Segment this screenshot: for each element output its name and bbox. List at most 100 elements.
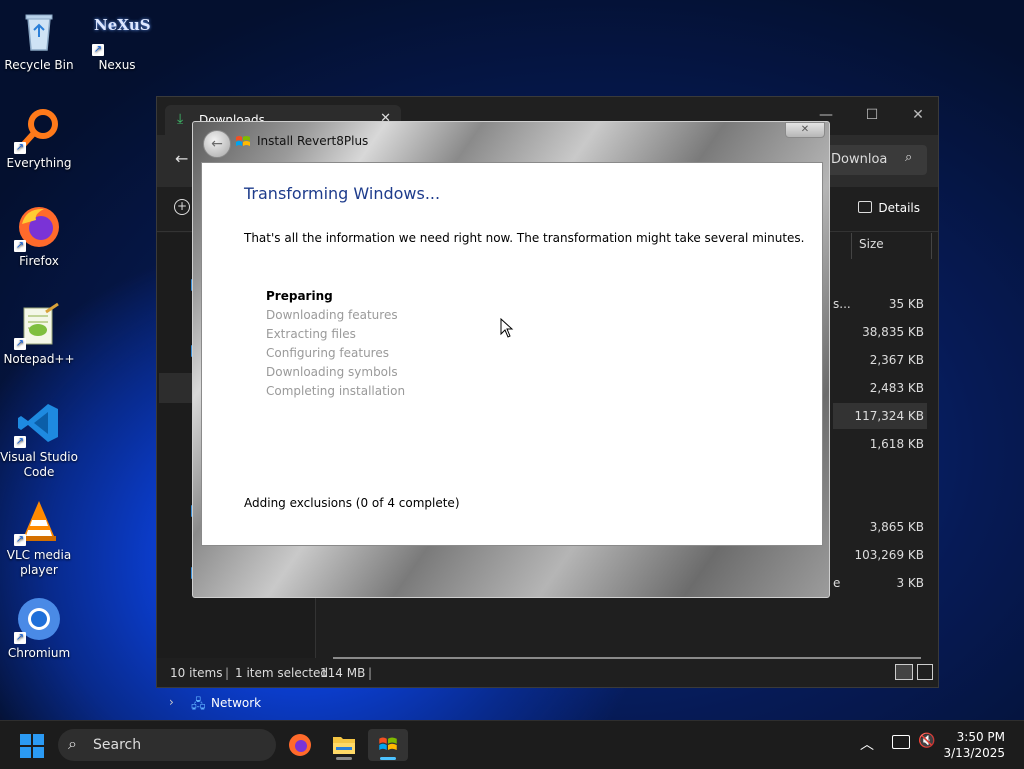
tiles-view-icon[interactable]: [917, 664, 933, 680]
nexus-logo-text: NeXuS: [94, 16, 151, 34]
shortcut-arrow-icon: ↗: [14, 338, 26, 350]
details-pane-icon: [858, 201, 873, 213]
start-button-windows-icon[interactable]: [20, 734, 44, 758]
clock-date: 3/13/2025: [943, 746, 1005, 760]
status-bar: 10 items | 1 item selected 114 MB |: [157, 659, 938, 687]
mouse-cursor-icon: [500, 318, 514, 338]
page-title: Transforming Windows...: [244, 184, 441, 203]
desktop-icon-chromium[interactable]: ↗ Chromium: [0, 596, 78, 661]
details-button[interactable]: Details: [858, 201, 920, 215]
desktop-icon-label: Notepad++: [3, 352, 75, 366]
shortcut-arrow-icon: ↗: [14, 240, 26, 252]
step-preparing: Preparing: [266, 289, 333, 303]
close-button[interactable]: ✕: [785, 122, 825, 138]
chevron-right-icon[interactable]: ›: [169, 695, 174, 709]
column-divider[interactable]: [851, 233, 852, 259]
dialog-description: That's all the information we need right…: [244, 231, 805, 245]
dialog-content-panel: Transforming Windows... That's all the i…: [201, 162, 823, 546]
everything-icon: ↗: [14, 106, 62, 154]
search-icon: ⌕: [905, 150, 913, 165]
firefox-icon: ↗: [14, 204, 62, 252]
desktop-icon-label: Nexus: [98, 58, 136, 72]
network-icon: 🖧: [191, 697, 206, 712]
status-separator: |: [225, 666, 230, 680]
search-text: Downloa: [831, 152, 888, 167]
new-icon[interactable]: +: [174, 199, 190, 215]
status-selected: 1 item selected: [235, 666, 329, 680]
notepadpp-icon: ↗: [14, 302, 62, 350]
network-status-icon[interactable]: [892, 735, 910, 749]
column-header-size[interactable]: Size: [859, 237, 884, 251]
file-size-cell: 1,618 KB: [869, 437, 924, 451]
desktop-icon-vlc[interactable]: ↗ VLC media player: [0, 498, 78, 578]
details-label: Details: [878, 201, 920, 215]
step-extracting-files: Extracting files: [266, 327, 356, 341]
back-arrow-icon[interactable]: ←: [175, 149, 188, 168]
taskbar-installer[interactable]: [368, 729, 408, 761]
chevron-up-icon[interactable]: ︿: [860, 734, 874, 754]
clock-time: 3:50 PM: [956, 730, 1005, 744]
status-separator: |: [368, 666, 373, 680]
status-size: 114 MB: [320, 666, 366, 680]
taskbar: ⌕ Search ︿ 🔇 3:50 PM 3/13/2025: [0, 720, 1024, 769]
shortcut-arrow-icon: ↗: [14, 534, 26, 546]
windows-flag-icon: [379, 737, 397, 750]
installer-dialog[interactable]: ← Install Revert8Plus ✕ Transforming Win…: [192, 121, 830, 598]
file-size-cell: 117,324 KB: [854, 409, 924, 423]
close-button[interactable]: ✕: [895, 103, 941, 127]
download-icon: ⤓: [177, 111, 184, 127]
recycle-bin-icon: [16, 8, 62, 54]
desktop-icon-recycle-bin[interactable]: Recycle Bin: [0, 8, 78, 73]
file-size-cell: 2,367 KB: [869, 353, 924, 367]
shortcut-arrow-icon: ↗: [92, 44, 104, 56]
desktop-icon-label: Firefox: [19, 254, 59, 268]
file-size-cell: 35 KB: [888, 297, 924, 311]
dialog-title: Install Revert8Plus: [257, 134, 369, 148]
vscode-icon: ↗: [14, 400, 62, 448]
desktop-icon-label: Chromium: [7, 646, 71, 660]
back-arrow-icon[interactable]: ←: [203, 130, 231, 158]
progress-steps-list: Preparing Downloading features Extractin…: [266, 287, 405, 401]
step-downloading-features: Downloading features: [266, 308, 398, 322]
maximize-button[interactable]: ☐: [849, 103, 895, 127]
shortcut-arrow-icon: ↗: [14, 632, 26, 644]
firefox-icon: [289, 734, 311, 756]
folder-icon: [333, 737, 355, 754]
step-completing-installation: Completing installation: [266, 384, 406, 398]
windows-flag-icon: [236, 136, 250, 146]
nexus-icon: NeXuS ↗: [92, 8, 151, 56]
status-item-count: 10 items: [170, 666, 223, 680]
desktop-icon-firefox[interactable]: ↗ Firefox: [0, 204, 78, 269]
desktop-icon-label: VLC media player: [6, 548, 72, 577]
search-icon: ⌕: [68, 734, 77, 753]
taskbar-search-label: Search: [93, 737, 142, 753]
desktop-icon-label: Recycle Bin: [4, 58, 74, 72]
volume-muted-icon[interactable]: 🔇: [918, 733, 935, 749]
details-view-icon[interactable]: [895, 664, 913, 680]
desktop-icon-label: Visual Studio Code: [0, 450, 78, 479]
desktop-icon-nexus[interactable]: NeXuS ↗ Nexus: [78, 8, 156, 73]
desktop-icon-vscode[interactable]: ↗ Visual Studio Code: [0, 400, 78, 480]
file-size-cell: 3 KB: [896, 576, 924, 590]
desktop-icon-label: Everything: [6, 156, 72, 170]
desktop-icon-everything[interactable]: ↗ Everything: [0, 106, 78, 171]
file-size-cell: 38,835 KB: [862, 325, 924, 339]
step-downloading-symbols: Downloading symbols: [266, 365, 398, 379]
desktop-icon-notepadpp[interactable]: ↗ Notepad++: [0, 302, 78, 367]
chromium-icon: ↗: [14, 596, 62, 644]
running-indicator: [336, 757, 352, 760]
vlc-icon: ↗: [14, 498, 62, 546]
column-divider[interactable]: [931, 233, 932, 259]
taskbar-file-explorer[interactable]: [324, 729, 364, 761]
taskbar-firefox[interactable]: [280, 729, 320, 761]
taskbar-clock[interactable]: 3:50 PM 3/13/2025: [943, 729, 1005, 761]
nav-item-network[interactable]: Network: [211, 696, 261, 710]
active-indicator: [380, 757, 396, 760]
search-input[interactable]: Downloa ⌕: [825, 145, 927, 175]
shortcut-arrow-icon: ↗: [14, 142, 26, 154]
file-size-cell: 3,865 KB: [869, 520, 924, 534]
shortcut-arrow-icon: ↗: [14, 436, 26, 448]
taskbar-search-box[interactable]: ⌕ Search: [58, 729, 276, 761]
step-configuring-features: Configuring features: [266, 346, 389, 360]
file-size-cell: 2,483 KB: [869, 381, 924, 395]
